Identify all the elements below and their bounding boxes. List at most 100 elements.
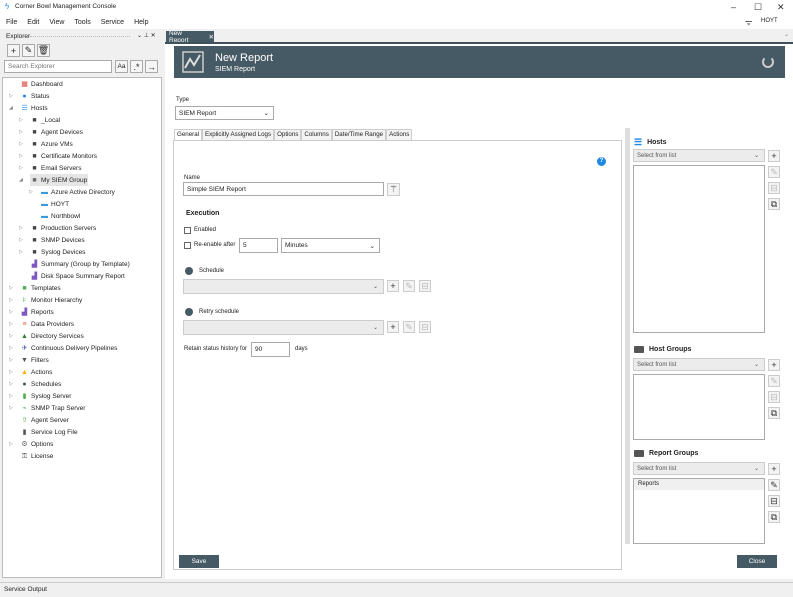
host-groups-heading: Host Groups	[634, 346, 691, 353]
menu-edit[interactable]: Edit	[27, 19, 39, 26]
service-output-tab[interactable]: Service Output	[4, 586, 47, 593]
type-select[interactable]: SIEM Report ⌄	[175, 106, 274, 120]
minimize-button[interactable]: –	[731, 2, 736, 12]
edit-report-group-button[interactable]: ✎	[768, 479, 780, 491]
host-groups-select[interactable]: Select from list ⌄	[633, 358, 765, 371]
menu-view[interactable]: View	[49, 19, 64, 26]
expand-arrow-icon[interactable]: ▷	[19, 165, 23, 171]
tab-columns[interactable]: Columns	[301, 129, 332, 140]
expand-arrow-icon[interactable]: ▷	[19, 117, 23, 123]
expand-arrow-icon[interactable]: ▷	[19, 129, 23, 135]
close-button[interactable]: Close	[737, 555, 777, 568]
menu-service[interactable]: Service	[101, 19, 124, 26]
regex-button[interactable]: .*	[130, 60, 143, 73]
maximize-button[interactable]: ☐	[754, 2, 762, 13]
enabled-checkbox[interactable]	[184, 227, 191, 234]
expand-arrow-icon[interactable]: ▷	[9, 369, 13, 375]
add-schedule-button[interactable]: +	[387, 280, 399, 292]
chevron-down-icon: ⌄	[372, 325, 378, 331]
menu-file[interactable]: File	[6, 19, 17, 26]
folder-open-icon: ■	[32, 176, 37, 184]
magic-wand-button[interactable]: ⚚	[387, 183, 400, 196]
save-button[interactable]: Save	[179, 555, 219, 568]
tree-item[interactable]: ◢ ■ My SIEM Group	[19, 174, 88, 186]
menu-help[interactable]: Help	[134, 19, 148, 26]
search-explorer-input[interactable]	[4, 60, 112, 73]
dashboard-icon: ▦	[21, 80, 28, 88]
remove-host-group-button[interactable]: ⊟	[768, 391, 780, 403]
edit-schedule-button[interactable]: ✎	[403, 280, 415, 292]
edit-host-group-button[interactable]: ✎	[768, 375, 780, 387]
expand-arrow-icon[interactable]: ▷	[9, 357, 13, 363]
tree-item-label: My SIEM Group	[41, 176, 88, 184]
help-icon[interactable]: ?	[597, 157, 606, 166]
collapse-arrow-icon[interactable]: ◢	[19, 177, 23, 183]
remove-retry-schedule-button[interactable]: ⊟	[419, 321, 431, 333]
reenable-value-input[interactable]: 5	[239, 238, 278, 253]
remove-schedule-button[interactable]: ⊟	[419, 280, 431, 292]
hosts-select[interactable]: Select from list ⌄	[633, 149, 765, 162]
expand-arrow-icon[interactable]: ▷	[19, 141, 23, 147]
copy-host-button[interactable]: ⧉	[768, 198, 780, 210]
add-retry-schedule-button[interactable]: +	[387, 321, 399, 333]
expand-arrow-icon[interactable]: ▷	[9, 297, 13, 303]
list-item[interactable]: Reports	[634, 479, 764, 490]
delete-button[interactable]: 🗑	[37, 44, 50, 57]
tab-new-report[interactable]: New Report ✕	[166, 30, 214, 44]
tab-general[interactable]: General	[174, 129, 203, 140]
reenable-unit-select[interactable]: Minutes ⌄	[281, 238, 380, 253]
expand-arrow-icon[interactable]: ▷	[9, 381, 13, 387]
folder-icon: ■	[32, 116, 37, 124]
remove-report-group-button[interactable]: ⊟	[768, 495, 780, 507]
edit-retry-schedule-button[interactable]: ✎	[403, 321, 415, 333]
menu-tools[interactable]: Tools	[74, 19, 90, 26]
expand-arrow-icon[interactable]: ▷	[9, 93, 13, 99]
tab-list-chevron-icon[interactable]: ⌄	[784, 31, 789, 38]
collapse-arrow-icon[interactable]: ◢	[9, 105, 13, 111]
hosts-icon: ☰	[21, 104, 28, 112]
chevron-down-icon: ⌄	[753, 153, 759, 159]
expand-arrow-icon[interactable]: ▷	[9, 405, 13, 411]
schedule-select[interactable]: ⌄	[183, 279, 384, 294]
retain-days-input[interactable]: 90	[251, 342, 290, 357]
report-groups-list[interactable]: Reports	[633, 478, 765, 544]
expand-arrow-icon[interactable]: ▷	[9, 345, 13, 351]
name-input[interactable]: Simple SIEM Report	[183, 182, 384, 196]
reenable-checkbox[interactable]	[184, 242, 191, 249]
add-button[interactable]: +	[7, 44, 20, 57]
add-report-group-button[interactable]: +	[768, 463, 780, 475]
tab-date-time-range[interactable]: Date/Time Range	[331, 129, 387, 140]
expand-arrow-icon[interactable]: ▷	[19, 249, 23, 255]
tab-close-icon[interactable]: ✕	[209, 33, 214, 41]
expand-arrow-icon[interactable]: ▷	[9, 285, 13, 291]
expand-arrow-icon[interactable]: ▷	[29, 189, 33, 195]
match-case-button[interactable]: Aa	[115, 60, 128, 73]
expand-arrow-icon[interactable]: ▷	[9, 393, 13, 399]
tab-options[interactable]: Options	[274, 129, 302, 140]
add-host-button[interactable]: +	[768, 150, 780, 162]
retry-schedule-select[interactable]: ⌄	[183, 320, 384, 335]
host-groups-list[interactable]	[633, 374, 765, 440]
hosts-icon: ☰	[634, 137, 643, 147]
hosts-list[interactable]	[633, 165, 765, 333]
expand-arrow-icon[interactable]: ▷	[19, 237, 23, 243]
edit-host-button[interactable]: ✎	[768, 166, 780, 178]
add-host-group-button[interactable]: +	[768, 359, 780, 371]
expand-arrow-icon[interactable]: ▷	[19, 153, 23, 159]
splitter[interactable]	[625, 128, 630, 544]
search-go-button[interactable]: →	[145, 60, 158, 73]
pin-icon[interactable]: ⌄ ⊥ ✕	[137, 32, 156, 39]
expand-arrow-icon[interactable]: ▷	[9, 333, 13, 339]
tab-explicitly-assigned-logs[interactable]: Explicitly Assigned Logs	[202, 129, 275, 140]
expand-arrow-icon[interactable]: ▷	[9, 309, 13, 315]
expand-arrow-icon[interactable]: ▷	[9, 321, 13, 327]
report-groups-select[interactable]: Select from list ⌄	[633, 462, 765, 475]
remove-host-button[interactable]: ⊟	[768, 182, 780, 194]
copy-report-group-button[interactable]: ⧉	[768, 511, 780, 523]
expand-arrow-icon[interactable]: ▷	[9, 441, 13, 447]
tab-actions[interactable]: Actions	[386, 129, 413, 140]
edit-button[interactable]: ✎	[22, 44, 35, 57]
expand-arrow-icon[interactable]: ▷	[19, 225, 23, 231]
copy-host-group-button[interactable]: ⧉	[768, 407, 780, 419]
close-window-button[interactable]: ✕	[777, 2, 785, 13]
